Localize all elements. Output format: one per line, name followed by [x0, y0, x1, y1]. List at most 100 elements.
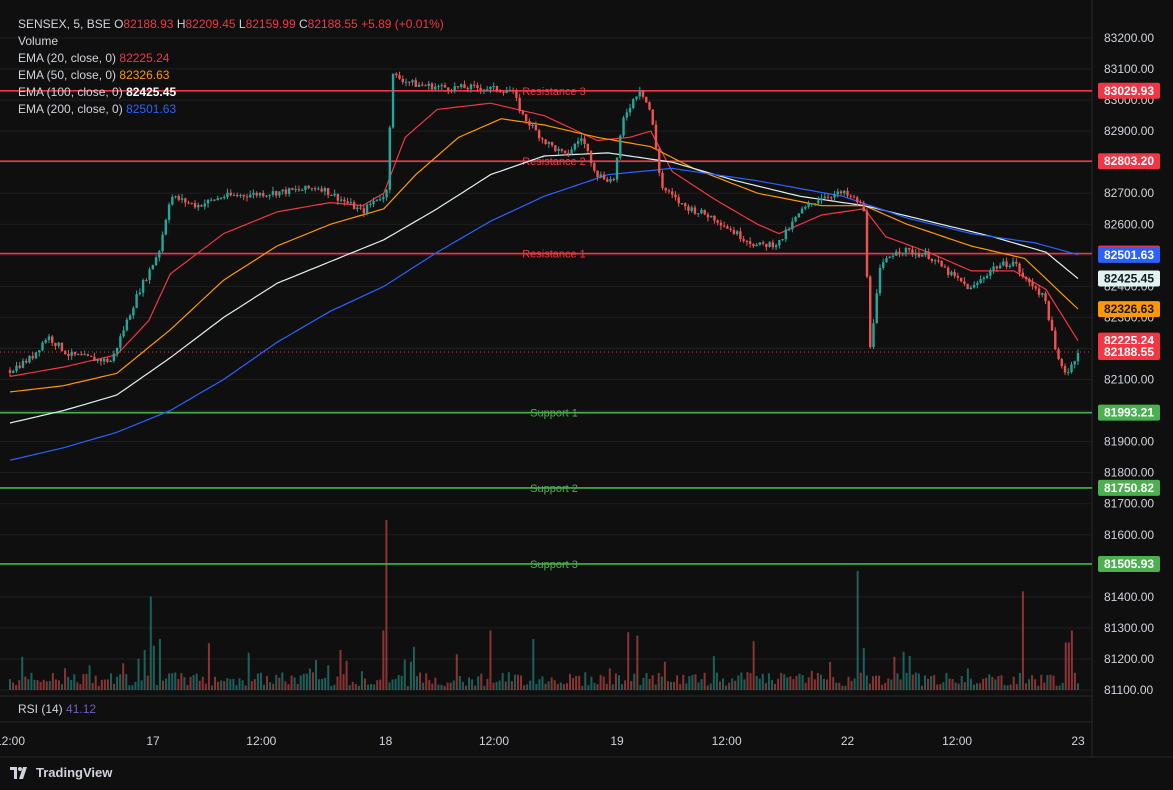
volume-bar	[278, 677, 281, 690]
candle-body	[180, 198, 184, 200]
candle-body	[1050, 319, 1054, 331]
volume-bar	[51, 673, 54, 690]
volume-bar	[36, 680, 39, 690]
candle-body	[86, 354, 90, 356]
candle-body	[1018, 263, 1021, 273]
volume-bar	[1015, 684, 1018, 690]
volume-bar	[559, 682, 562, 690]
volume-bar	[1028, 679, 1031, 690]
candle-body	[378, 199, 382, 201]
volume-bar	[137, 658, 140, 690]
volume-bar	[697, 682, 700, 690]
tradingview-logo[interactable]: TradingView	[10, 765, 112, 780]
candle-body	[745, 241, 749, 243]
candle-body	[898, 251, 901, 253]
candle-body	[76, 354, 80, 356]
volume-bar	[262, 684, 265, 690]
y-tick-label: 83200.00	[1104, 31, 1154, 45]
candle-body	[216, 198, 219, 201]
price-chart[interactable]: 81100.0081200.0081300.0081400.0081500.00…	[0, 0, 1173, 790]
rsi-legend[interactable]: RSI (14) 41.12	[18, 702, 96, 716]
volume-bar	[755, 675, 758, 690]
volume-bar	[45, 681, 48, 690]
ema200-legend[interactable]: EMA (200, close, 0) 82501.63	[18, 101, 444, 118]
candle-body	[554, 145, 557, 151]
volume-bar	[516, 674, 519, 690]
x-tick-label: 12:00	[246, 734, 276, 748]
volume-bar	[520, 675, 523, 690]
candle-body	[382, 197, 385, 200]
volume-bar	[881, 684, 884, 690]
volume-bar	[902, 651, 905, 690]
candle-body	[865, 211, 869, 277]
volume-bar	[966, 668, 969, 690]
volume-bar	[923, 675, 926, 690]
y-tick-label: 82900.00	[1104, 124, 1154, 138]
candle-body	[245, 196, 249, 198]
candle-body	[1005, 261, 1008, 267]
candle-body	[99, 359, 103, 362]
candle-body	[550, 142, 554, 146]
candle-body	[505, 91, 508, 93]
candle-body	[946, 267, 950, 275]
volume-bar	[128, 685, 131, 690]
candle-body	[206, 199, 210, 204]
candle-body	[794, 217, 797, 222]
candle-body	[706, 214, 710, 218]
volume-bar	[403, 659, 406, 690]
candle-body	[456, 86, 460, 88]
price-tag-label: 82425.45	[1104, 271, 1154, 285]
volume-bar	[660, 676, 663, 690]
candle-body	[774, 245, 778, 248]
candle-body	[67, 353, 70, 356]
volume-bar	[416, 676, 419, 690]
ema100-legend[interactable]: EMA (100, close, 0) 82425.45	[18, 84, 444, 101]
candle-body	[560, 149, 564, 151]
volume-bar	[853, 678, 856, 690]
volume-bar	[486, 678, 489, 690]
candle-body	[489, 86, 492, 90]
candle-body	[930, 258, 934, 262]
candle-body	[1008, 265, 1012, 267]
volume-bar	[165, 678, 168, 690]
candle-body	[51, 336, 54, 343]
candle-body	[60, 342, 64, 351]
candle-body	[54, 342, 57, 346]
volume-bar	[388, 682, 391, 690]
volume-legend[interactable]: Volume	[18, 33, 444, 50]
change-value: +5.89 (+0.01%)	[361, 17, 444, 31]
candle-body	[784, 229, 788, 240]
volume-bar	[832, 677, 835, 690]
close-value: 82188.55	[307, 17, 358, 31]
ema200-value: 82501.63	[126, 102, 177, 116]
candle-body	[820, 198, 823, 201]
ema20-legend[interactable]: EMA (20, close, 0) 82225.24	[18, 50, 444, 67]
candle-body	[258, 193, 262, 196]
volume-bar	[477, 676, 480, 690]
candle-body	[693, 207, 697, 214]
candle-body	[778, 240, 781, 246]
ohlc-row: SENSEX, 5, BSE O82188.93 H82209.45 L8215…	[18, 16, 444, 33]
x-tick-label: 19	[610, 734, 624, 748]
volume-bar	[250, 681, 253, 690]
volume-bar	[229, 679, 232, 690]
symbol-label[interactable]: SENSEX, 5, BSE	[18, 17, 111, 31]
candle-body	[537, 130, 541, 139]
volume-bar	[73, 674, 76, 690]
candle-body	[132, 307, 135, 316]
candle-body	[18, 365, 21, 368]
volume-bar	[783, 674, 786, 690]
volume-bar	[584, 672, 587, 690]
volume-bar	[703, 672, 706, 690]
volume-bar	[437, 684, 440, 690]
candle-body	[1041, 293, 1044, 295]
candle-body	[93, 356, 96, 362]
volume-bar	[957, 683, 960, 690]
candle-body	[684, 203, 687, 207]
volume-bar	[679, 684, 682, 690]
volume-bar	[256, 673, 259, 690]
volume-bar	[315, 659, 318, 690]
ema50-legend[interactable]: EMA (50, close, 0) 82326.63	[18, 67, 444, 84]
candle-body	[1021, 272, 1025, 277]
volume-bar	[731, 678, 734, 690]
